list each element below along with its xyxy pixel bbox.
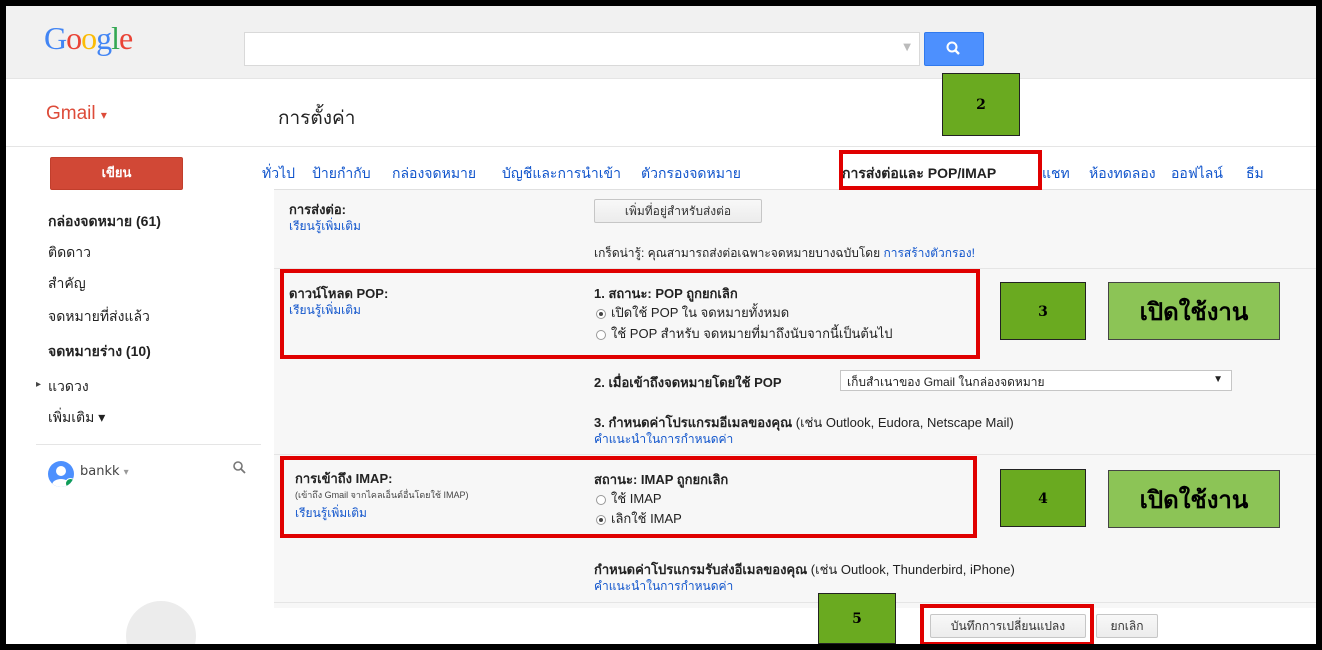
pop-configure-hint: (เช่น Outlook, Eudora, Netscape Mail) <box>792 415 1014 430</box>
sidebar-item-more[interactable]: เพิ่มเติม ▾ <box>48 407 105 429</box>
pop-config-instructions-link[interactable]: คำแนะนำในการกำหนดค่า <box>594 430 733 449</box>
gmail-menu[interactable]: Gmail ▾ <box>46 103 107 125</box>
tab-general[interactable]: ทั่วไป <box>262 163 295 185</box>
tab-offline[interactable]: ออฟไลน์ <box>1171 163 1223 185</box>
step-3-badge: 3 <box>1000 282 1086 340</box>
user-menu[interactable]: bankk ▾ <box>80 464 129 479</box>
screenshot-frame: Google ▼ Gmail ▾ การตั้งค่า เขียน กล่องจ… <box>6 6 1316 644</box>
step-5-badge: 5 <box>818 593 896 644</box>
enable-label-pop: เปิดใช้งาน <box>1108 282 1280 340</box>
imap-configure-label: กำหนดค่าโปรแกรมรับส่งอีเมลของคุณ <box>594 562 808 577</box>
dropdown-arrow-icon: ▼ <box>1213 374 1223 385</box>
chevron-down-icon: ▾ <box>123 467 129 478</box>
imap-configure-hint: (เช่น Outlook, Thunderbird, iPhone) <box>807 562 1015 577</box>
sidebar-item-drafts[interactable]: จดหมายร่าง (10) <box>48 341 151 363</box>
decorative-circle <box>126 601 196 644</box>
sidebar-item-important[interactable]: สำคัญ <box>48 273 86 295</box>
divider <box>274 602 1316 603</box>
step-2-badge: 2 <box>942 73 1020 136</box>
highlight-box-save <box>920 604 1094 644</box>
sidebar-item-inbox[interactable]: กล่องจดหมาย (61) <box>48 211 161 233</box>
divider <box>274 454 1316 455</box>
highlight-box-pop <box>280 269 980 359</box>
forwarding-learn-more-link[interactable]: เรียนรู้เพิ่มเติม <box>289 217 361 236</box>
tab-labs[interactable]: ห้องทดลอง <box>1089 163 1156 185</box>
search-icon <box>233 461 246 474</box>
sidebar-item-circles[interactable]: แวดวง <box>48 376 89 398</box>
divider <box>6 146 1316 147</box>
tab-labels[interactable]: ป้ายกำกับ <box>312 163 371 185</box>
gmail-label: Gmail <box>46 103 96 124</box>
tab-inbox[interactable]: กล่องจดหมาย <box>392 163 476 185</box>
search-button[interactable] <box>924 32 984 66</box>
forwarding-tip: เกร็ดน่ารู้: คุณสามารถส่งต่อเฉพาะจดหมายบ… <box>594 244 975 263</box>
sidebar-item-sent[interactable]: จดหมายที่ส่งแล้ว <box>48 306 150 328</box>
pop-configure-label: 3. กำหนดค่าโปรแกรมอีเมลของคุณ <box>594 415 793 430</box>
pop-when-accessed-label: 2. เมื่อเข้าถึงจดหมายโดยใช้ POP <box>594 375 782 390</box>
google-logo[interactable]: Google <box>44 20 133 57</box>
forwarding-tip-text: เกร็ดน่ารู้: คุณสามารถส่งต่อเฉพาะจดหมายบ… <box>594 246 884 260</box>
cancel-button[interactable]: ยกเลิก <box>1096 614 1158 638</box>
highlight-box-imap <box>280 456 977 538</box>
highlight-box-tab <box>839 150 1042 190</box>
tab-filters[interactable]: ตัวกรองจดหมาย <box>641 163 741 185</box>
chevron-down-icon: ▾ <box>100 108 107 122</box>
page-title: การตั้งค่า <box>278 108 356 129</box>
search-input[interactable]: ▼ <box>244 32 920 66</box>
pop-when-accessed-select[interactable]: เก็บสำเนาของ Gmail ในกล่องจดหมาย ▼ <box>840 370 1232 391</box>
search-options-icon[interactable]: ▼ <box>903 42 911 53</box>
expand-arrow-icon[interactable]: ▸ <box>36 379 41 390</box>
add-forwarding-address-button[interactable]: เพิ่มที่อยู่สำหรับส่งต่อ <box>594 199 762 223</box>
compose-button[interactable]: เขียน <box>50 157 183 190</box>
enable-label-imap: เปิดใช้งาน <box>1108 470 1280 528</box>
tab-accounts[interactable]: บัญชีและการนำเข้า <box>502 163 621 185</box>
tab-chat[interactable]: แชท <box>1042 163 1070 185</box>
sidebar-item-starred[interactable]: ติดดาว <box>48 242 91 264</box>
create-filter-link[interactable]: การสร้างตัวกรอง! <box>883 246 974 260</box>
search-people-button[interactable] <box>232 460 246 478</box>
avatar[interactable] <box>48 461 74 487</box>
divider <box>36 444 261 445</box>
imap-config-instructions-link[interactable]: คำแนะนำในการกำหนดค่า <box>594 577 733 596</box>
pop-when-accessed-value: เก็บสำเนาของ Gmail ในกล่องจดหมาย <box>847 375 1045 389</box>
search-icon <box>946 41 960 55</box>
user-name: bankk <box>80 464 120 479</box>
tab-themes[interactable]: ธีม <box>1246 163 1264 185</box>
step-4-badge: 4 <box>1000 469 1086 527</box>
online-status-icon <box>65 478 74 487</box>
